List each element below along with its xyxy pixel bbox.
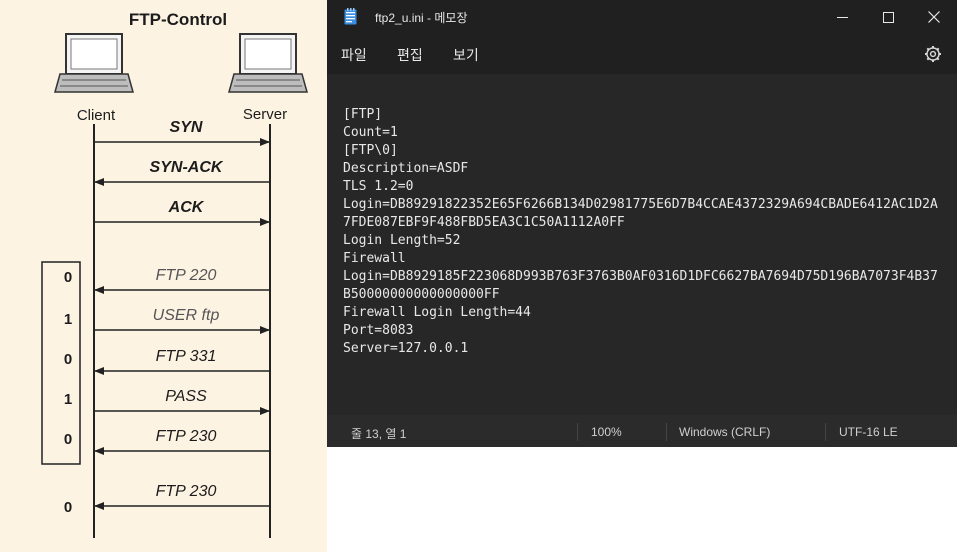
text-line: Login Length=52	[343, 233, 461, 248]
sequence-diagram: FTP-Control Client Server SYN SYN-ACK ACK F…	[41, 10, 308, 538]
message-label: FTP 230	[156, 483, 217, 500]
text-line: TLS 1.2=0	[343, 179, 414, 194]
gear-icon[interactable]	[923, 44, 943, 64]
arrowhead-icon	[94, 367, 104, 375]
bit-value: 1	[64, 311, 72, 328]
close-button[interactable]	[911, 0, 957, 34]
close-icon	[928, 11, 940, 23]
message-label: FTP 230	[156, 428, 217, 445]
text-line: Description=ASDF	[343, 161, 469, 176]
text-editor[interactable]: [FTP] Count=1 [FTP\0] Description=ASDF TLS 1…	[327, 74, 957, 415]
ftp-control-diagram: FTP-Control Client Server SYN SYN-ACK ACK F…	[0, 0, 327, 552]
menu-bar: 파일 편집 보기	[327, 34, 957, 74]
bit-value: 0	[64, 351, 72, 368]
client-label: Client	[77, 107, 116, 124]
status-divider	[577, 423, 578, 441]
arrowhead-icon	[94, 502, 104, 510]
zoom-level: 100%	[591, 425, 622, 439]
bit-value: 1	[64, 391, 72, 408]
status-divider	[666, 423, 667, 441]
cursor-position: 줄 13, 열 1	[351, 427, 407, 441]
encoding: UTF-16 LE	[839, 425, 898, 439]
text-line: Login=DB8929185F223068D993B763F3763B0AF0…	[343, 269, 938, 284]
title-bar[interactable]: ftp2_u.ini - 메모장	[327, 0, 957, 34]
bit-value: 0	[64, 499, 72, 516]
menu-view[interactable]: 보기	[453, 45, 479, 65]
status-divider	[825, 423, 826, 441]
menu-edit[interactable]: 편집	[397, 45, 423, 65]
client-computer-icon	[54, 33, 134, 93]
bit-value: 0	[64, 269, 72, 286]
menu-file[interactable]: 파일	[341, 45, 367, 65]
notepad-window: ftp2_u.ini - 메모장 파일 편집 보기 [FTP] Count=1 …	[327, 0, 957, 447]
message-label: SYN	[170, 119, 203, 136]
message-label: FTP 331	[156, 348, 217, 365]
arrowhead-icon	[94, 447, 104, 455]
text-line: B50000000000000000FF	[343, 287, 500, 302]
arrowhead-icon	[260, 138, 270, 146]
line-ending: Windows (CRLF)	[679, 425, 771, 439]
text-line: Login=DB89291822352E65F6266B134D02981775…	[343, 197, 938, 212]
bit-value: 0	[64, 431, 72, 448]
message-label: FTP 220	[156, 267, 217, 284]
message-label: USER ftp	[153, 307, 220, 324]
text-line: Port=8083	[343, 323, 414, 338]
server-label: Server	[243, 106, 287, 123]
text-line: Server=127.0.0.1	[343, 341, 469, 356]
arrowhead-icon	[94, 178, 104, 186]
arrowhead-icon	[260, 326, 270, 334]
status-bar: 줄 13, 열 1 100% Windows (CRLF) UTF-16 LE	[327, 415, 957, 447]
message-label: SYN-ACK	[150, 159, 224, 176]
server-computer-icon	[228, 33, 308, 93]
text-line: [FTP]	[343, 107, 383, 122]
minimize-icon	[836, 16, 848, 18]
notepad-icon	[344, 8, 357, 25]
bit-box	[41, 261, 81, 465]
message-label: ACK	[168, 199, 205, 216]
minimize-button[interactable]	[819, 0, 865, 34]
message-label: PASS	[165, 388, 207, 405]
maximize-icon	[882, 11, 894, 23]
text-line: Firewall	[343, 251, 406, 266]
text-line: Count=1	[343, 125, 398, 140]
arrowhead-icon	[260, 218, 270, 226]
diagram-title: FTP-Control	[129, 10, 227, 29]
arrowhead-icon	[260, 407, 270, 415]
text-line: [FTP\0]	[343, 143, 398, 158]
text-line: 7FDE087EBF9F488FBD5EA3C1C50A1112A0FF	[343, 215, 625, 230]
window-title: ftp2_u.ini - 메모장	[375, 11, 468, 25]
maximize-button[interactable]	[865, 0, 911, 34]
arrowhead-icon	[94, 286, 104, 294]
text-line: Firewall Login Length=44	[343, 305, 531, 320]
